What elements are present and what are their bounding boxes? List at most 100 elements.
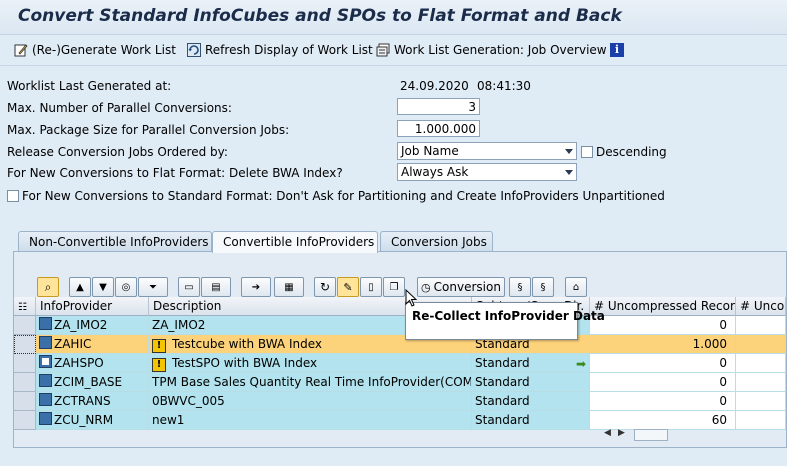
description-cell: 0BWVC_005 [149,392,472,411]
header-uncompressed-records[interactable]: # Uncompressed Records [590,297,736,316]
uncom-cell [736,354,786,373]
subtype-cell: Standard ➡ [472,354,590,373]
refresh-display-label: Refresh Display of Work List [205,43,373,57]
views-button[interactable]: ▤ [201,277,231,297]
filter-button[interactable]: ⏷ [138,277,168,297]
info-icon: i [610,43,624,57]
select-all-header[interactable]: ☷ [14,297,36,316]
regenerate-work-list-button[interactable]: (Re-)Generate Work List [14,41,176,59]
export-button[interactable]: ➔ [241,277,271,297]
clock-icon: ◷ [421,280,431,294]
max-parallel-label: Max. Number of Parallel Conversions: [7,101,232,115]
refresh-display-button[interactable]: Refresh Display of Work List [187,41,373,59]
worklist-time: 08:41:30 [477,79,531,93]
print-icon: ▭ [184,281,194,293]
warning-icon: ! [152,339,166,353]
tab-label: Convertible InfoProviders [223,235,375,249]
release-order-value: Job Name [401,144,459,158]
table-row[interactable]: ZAHSPO ! TestSPO with BWA Index Standard … [14,354,786,373]
scroll-thumb[interactable] [634,429,668,441]
table-row[interactable]: ZCIM_BASE TPM Base Sales Quantity Real T… [14,373,786,392]
records-cell: 0 [590,354,736,373]
conversion-label: Conversion [433,280,501,294]
conversion-button[interactable]: ◷ Conversion [417,277,505,297]
subtype-cell: Standard [472,411,590,430]
views-icon: ▤ [211,281,221,293]
print-button[interactable]: ▭ [178,277,200,297]
delete-bwa-value: Always Ask [401,165,469,179]
lock-button[interactable]: ⌂ [565,277,587,297]
partition-label: For New Conversions to Standard Format: … [22,189,665,203]
display-button[interactable]: ▯ [360,277,382,297]
row-selector[interactable] [14,373,36,392]
release-order-select[interactable]: Job Name [397,142,577,160]
row-selector[interactable] [14,316,36,335]
description-cell: TPM Base Sales Quantity Real Time InfoPr… [149,373,472,392]
scroll-left-icon[interactable]: ◀ [604,428,611,438]
infocube-icon [39,393,52,406]
tab-non-convertible[interactable]: Non-Convertible InfoProviders [18,231,212,251]
tab-convertible[interactable]: Convertible InfoProviders [212,231,378,253]
subtype-cell: Standard [472,392,590,411]
horizontal-scrollbar[interactable]: ◀ ▶ [604,428,782,442]
tab-conversion-jobs[interactable]: Conversion Jobs [380,231,493,251]
arrow-right-icon: ➡ [575,357,586,371]
row-selector[interactable] [14,411,36,430]
copy-button[interactable]: ❐ [383,277,405,297]
selection-form: Worklist Last Generated at: 24.09.2020 0… [0,66,787,216]
row-selector[interactable] [14,392,36,411]
infoprovider-cell: ZAHSPO [36,354,149,373]
infocube-icon [39,412,52,425]
details-button[interactable]: ⌕ [37,277,59,297]
convertible-panel: ⌕ ▲ ▼ ◎ ⏷ ▭ ▤ ➔ ▦ ↻ ✎ ▯ ❐ ◷ Conversion §… [13,251,787,448]
script-icon: § [517,281,523,293]
table-row[interactable]: ZA_IMO2 ZA_IMO2 0 [14,316,786,335]
warning-icon: ! [152,358,166,372]
descending-checkbox[interactable] [581,146,593,158]
script2-button[interactable]: § [532,277,554,297]
sort-ascending-icon: ▲ [76,281,84,293]
sort-descending-icon: ▼ [99,281,107,293]
refresh-icon [187,43,201,57]
header-infoprovider[interactable]: InfoProvider [36,297,149,316]
layout-button[interactable]: ▦ [274,277,304,297]
table-row[interactable]: ZAHIC ! Testcube with BWA Index Standard … [14,335,786,354]
script-button[interactable]: § [509,277,531,297]
find-button[interactable]: ◎ [115,277,137,297]
tooltip: Re-Collect InfoProvider Data [405,302,605,340]
delete-bwa-select[interactable]: Always Ask [397,163,577,181]
info-button[interactable]: i [610,41,624,59]
job-overview-button[interactable]: Work List Generation: Job Overview [376,41,607,59]
worklist-date: 24.09.2020 [400,79,469,93]
filter-icon: ⏷ [149,281,157,293]
row-selector[interactable] [14,354,36,373]
infocube-icon [39,317,52,330]
records-cell: 0 [590,373,736,392]
partition-checkbox[interactable] [7,190,19,202]
infoprovider-cell: ZAHIC [36,335,149,354]
max-parallel-input[interactable]: 3 [397,98,480,115]
refresh-button[interactable]: ↻ [314,277,336,297]
script-icon: § [540,281,546,293]
uncom-cell [736,392,786,411]
infoprovider-cell: ZCTRANS [36,392,149,411]
layout-icon: ▦ [284,281,294,293]
mouse-cursor-icon [405,289,417,307]
sort-descending-button[interactable]: ▼ [92,277,114,297]
worklist-generated-label: Worklist Last Generated at: [7,79,172,93]
row-selector[interactable] [14,335,36,354]
scroll-right-icon[interactable]: ▶ [618,428,625,438]
table-row[interactable]: ZCTRANS 0BWVC_005 Standard 0 [14,392,786,411]
job-overview-icon [376,43,390,57]
application-toolbar: (Re-)Generate Work List Refresh Display … [0,35,787,66]
edit-icon: ✎ [343,280,353,294]
edit-icon [14,44,28,57]
sort-ascending-button[interactable]: ▲ [69,277,91,297]
infocube-icon [39,374,52,387]
header-uncom[interactable]: # Uncom [736,297,786,316]
refresh-icon: ↻ [319,280,331,294]
max-package-input[interactable]: 1.000.000 [397,120,480,137]
regenerate-work-list-label: (Re-)Generate Work List [32,43,176,57]
recollect-button[interactable]: ✎ [337,277,359,297]
document-icon: ▯ [368,281,374,293]
